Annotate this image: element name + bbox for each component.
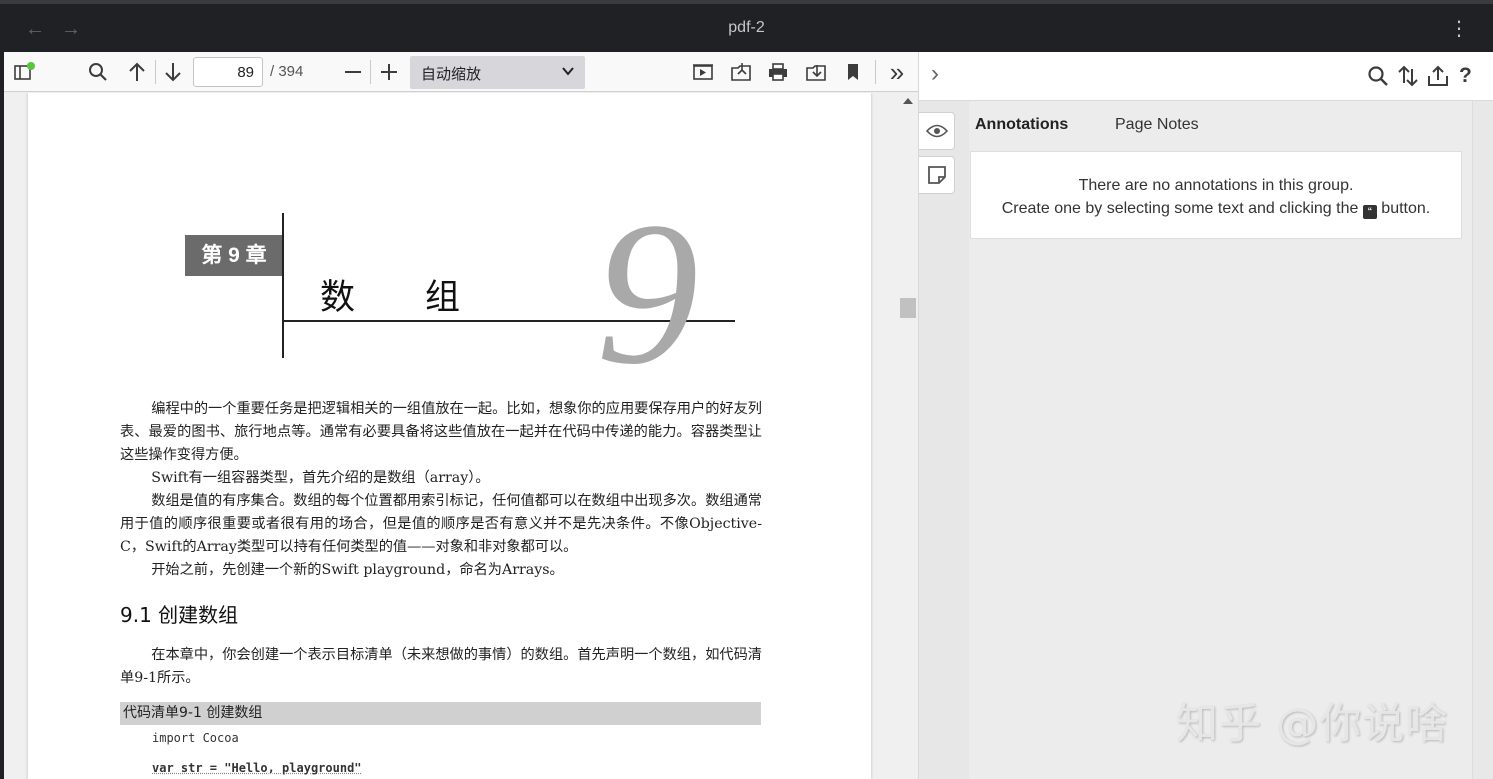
search-icon bbox=[89, 63, 107, 81]
chapter-badge: 第 9 章 bbox=[185, 235, 283, 276]
zoom-select-value: 自动缩放 bbox=[421, 66, 482, 83]
print-button[interactable] bbox=[766, 58, 790, 86]
open-file-button[interactable] bbox=[729, 58, 753, 86]
toolbar-separator bbox=[875, 60, 876, 84]
paragraph: 开始之前，先创建一个新的Swift playground，命名为Arrays。 bbox=[151, 562, 564, 578]
scroll-up-arrow-icon[interactable] bbox=[903, 98, 913, 104]
paragraph: 数组是值的有序集合。数组的每个位置都用索引标记，任何值都可以在数组中出现多次。数… bbox=[120, 493, 762, 555]
tools-menu-button[interactable]: » bbox=[884, 56, 910, 87]
pdf-viewer: 89 / 394 自动缩放 » 第 9 章 9 数组 编程中的一个重要任务是把逻… bbox=[4, 52, 918, 779]
bookmark-button[interactable] bbox=[842, 58, 864, 86]
empty-message-text: Create one by selecting some text and cl… bbox=[1001, 200, 1359, 217]
divider-vertical bbox=[282, 213, 284, 358]
chapter-number: 9 bbox=[596, 180, 699, 407]
chevron-down-icon bbox=[562, 67, 574, 76]
toolbar-separator bbox=[370, 60, 371, 84]
help-icon[interactable]: ? bbox=[1459, 64, 1472, 88]
download-icon bbox=[806, 65, 826, 81]
page-number-input[interactable]: 89 bbox=[193, 57, 263, 87]
download-button[interactable] bbox=[804, 58, 828, 86]
empty-annotations-message: There are no annotations in this group. … bbox=[970, 151, 1462, 239]
section-text: 在本章中，你会创建一个表示目标清单（未来想做的事情）的数组。首先声明一个数组，如… bbox=[120, 644, 762, 690]
scrollbar-thumb[interactable] bbox=[900, 298, 916, 318]
tab-page-notes[interactable]: Page Notes bbox=[1115, 116, 1199, 134]
browser-titlebar: ← → pdf-2 ⋮ bbox=[0, 0, 1493, 52]
vertical-scrollbar[interactable] bbox=[898, 93, 918, 779]
kebab-menu-icon[interactable]: ⋮ bbox=[1449, 16, 1469, 41]
toolbar-separator bbox=[155, 60, 156, 84]
double-chevron-right-icon: » bbox=[889, 56, 905, 87]
window-title: pdf-2 bbox=[728, 19, 765, 36]
printer-icon bbox=[769, 63, 787, 81]
chapter-title: 数组 bbox=[320, 278, 531, 318]
collapse-sidebar-icon[interactable]: › bbox=[931, 60, 939, 88]
plus-icon bbox=[381, 64, 397, 80]
tab-annotations[interactable]: Annotations bbox=[975, 116, 1068, 134]
code-line: var str = "Hello, playground" bbox=[152, 761, 362, 775]
zoom-in-button[interactable] bbox=[378, 58, 400, 86]
eye-icon bbox=[925, 124, 948, 138]
paragraph: Swift有一组容器类型，首先介绍的是数组（array）。 bbox=[151, 470, 490, 486]
zoom-select[interactable]: 自动缩放 bbox=[410, 56, 585, 89]
empty-message-line: Create one by selecting some text and cl… bbox=[971, 197, 1461, 220]
empty-message-line: There are no annotations in this group. bbox=[1078, 177, 1354, 194]
annotation-sidebar: › ? Annotations Page Notes There are no … bbox=[918, 52, 1493, 779]
pdf-toolbar: 89 / 394 自动缩放 » bbox=[4, 52, 918, 92]
sidebar-toolbar: › ? bbox=[919, 52, 1493, 101]
arrow-up-icon bbox=[129, 62, 145, 81]
arrow-down-icon bbox=[165, 63, 181, 82]
document-viewport[interactable]: 第 9 章 9 数组 编程中的一个重要任务是把逻辑相关的一组值放在一起。比如，想… bbox=[4, 93, 918, 779]
annotate-icon: “ bbox=[1362, 205, 1377, 219]
previous-page-button[interactable] bbox=[126, 58, 148, 86]
watermark: 知乎 @你说啥 bbox=[1176, 699, 1449, 748]
next-page-button[interactable] bbox=[162, 58, 184, 86]
zoom-out-button[interactable] bbox=[342, 58, 364, 86]
presentation-icon bbox=[693, 64, 713, 80]
page-total-label: / 394 bbox=[270, 63, 304, 80]
pdf-page: 第 9 章 9 数组 编程中的一个重要任务是把逻辑相关的一组值放在一起。比如，想… bbox=[28, 93, 871, 779]
new-page-note-button[interactable] bbox=[919, 156, 955, 194]
intro-text: 编程中的一个重要任务是把逻辑相关的一组值放在一起。比如，想象你的应用要保存用户的… bbox=[120, 398, 762, 582]
minus-icon bbox=[345, 71, 361, 73]
paragraph: 编程中的一个重要任务是把逻辑相关的一组值放在一起。比如，想象你的应用要保存用户的… bbox=[120, 401, 762, 463]
presentation-mode-button[interactable] bbox=[691, 58, 715, 86]
section-heading: 9.1 创建数组 bbox=[120, 603, 239, 627]
page-note-icon bbox=[927, 166, 946, 184]
search-button[interactable] bbox=[86, 58, 110, 86]
sidebar-scrollbar[interactable] bbox=[1472, 101, 1493, 779]
code-listing-header: 代码清单9-1 创建数组 bbox=[120, 702, 761, 725]
empty-message-text: button. bbox=[1381, 200, 1431, 217]
sidebar-tab-rail bbox=[919, 101, 969, 779]
search-icon[interactable] bbox=[1367, 65, 1389, 92]
sort-icon[interactable] bbox=[1397, 65, 1419, 92]
paragraph: 在本章中，你会创建一个表示目标清单（未来想做的事情）的数组。首先声明一个数组，如… bbox=[120, 647, 762, 686]
open-file-icon bbox=[731, 63, 751, 81]
share-icon[interactable] bbox=[1427, 65, 1449, 92]
sidebar-toggle-icon bbox=[14, 62, 35, 80]
show-highlights-button[interactable] bbox=[919, 112, 955, 150]
bookmark-icon bbox=[848, 64, 858, 80]
code-line: import Cocoa bbox=[152, 731, 239, 745]
sidebar-toggle-button[interactable] bbox=[10, 58, 38, 86]
